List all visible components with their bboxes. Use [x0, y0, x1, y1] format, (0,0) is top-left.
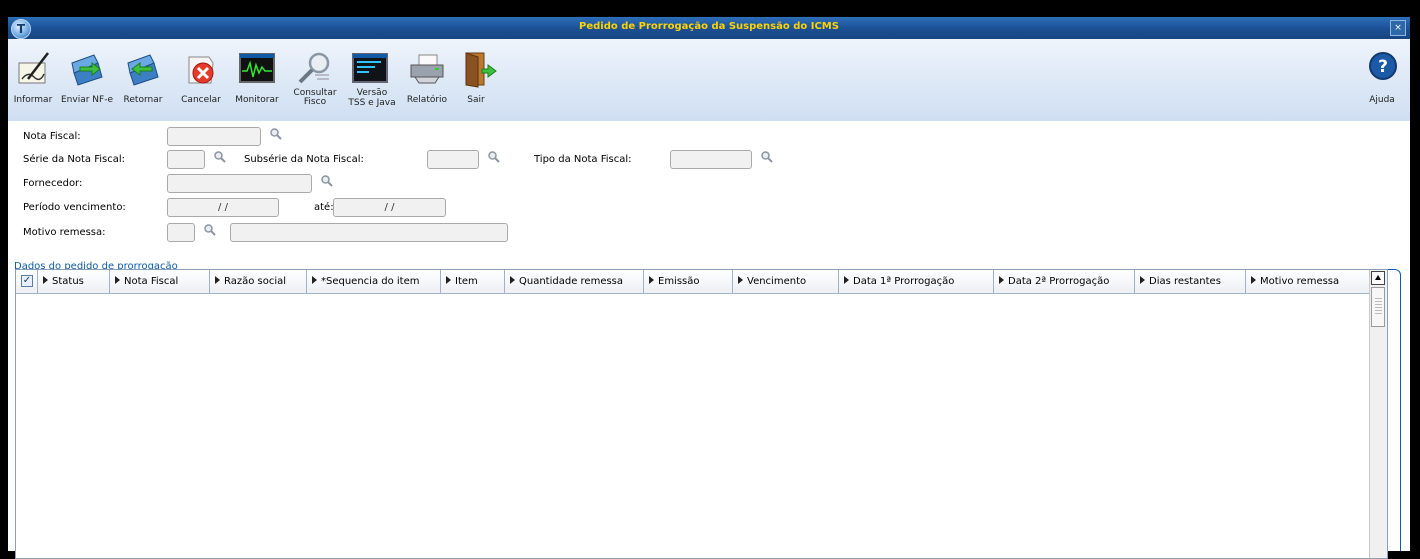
ajuda-label: Ajuda	[1369, 95, 1395, 105]
periodo-label: Período vencimento:	[23, 202, 126, 213]
cancelar-label: Cancelar	[181, 95, 221, 105]
consultar-fisco-button[interactable]: Consultar Fisco	[290, 47, 340, 117]
monitor-chart-icon	[239, 53, 275, 83]
column-header[interactable]: Item	[441, 270, 505, 293]
nota-fiscal-label: Nota Fiscal:	[23, 131, 81, 142]
column-header[interactable]: Data 2ª Prorrogação	[994, 270, 1135, 293]
terminal-screen-icon	[352, 53, 388, 83]
close-button[interactable]: ×	[1390, 20, 1406, 36]
motivo-label: Motivo remessa:	[23, 227, 106, 238]
cancel-icon	[188, 56, 214, 84]
vertical-scrollbar[interactable]	[1369, 270, 1387, 558]
sair-button[interactable]: Sair	[456, 47, 497, 117]
periodo-ate-field[interactable]: / /	[333, 198, 446, 217]
title-bar: T Pedido de Prorrogação da Suspensão do …	[8, 17, 1410, 39]
nota-fiscal-field[interactable]	[167, 127, 261, 146]
column-header[interactable]: Emissão	[644, 270, 733, 293]
enviar-nfe-button[interactable]: Enviar NF-e	[56, 47, 118, 117]
fornecedor-label: Fornecedor:	[23, 178, 83, 189]
consultar-label-2: Fisco	[303, 97, 327, 107]
scroll-thumb[interactable]	[1371, 287, 1385, 327]
retornar-label: Retornar	[123, 95, 163, 105]
column-header[interactable]: Status	[38, 270, 110, 293]
scroll-up-icon[interactable]	[1371, 271, 1385, 285]
relatorio-button[interactable]: Relatório	[404, 47, 450, 117]
subserie-search-icon[interactable]	[487, 150, 501, 164]
pen-document-icon	[18, 52, 49, 84]
versao-tss-java-button[interactable]: Versão TSS e Java	[344, 47, 400, 117]
send-arrow-icon	[71, 54, 103, 86]
tipo-search-icon[interactable]	[760, 150, 774, 164]
enviar-nfe-label: Enviar NF-e	[61, 95, 113, 105]
toolbar: Informar Enviar NF-e Retornar Cancelar M…	[8, 39, 1410, 121]
versao-label-1: Versão	[356, 88, 388, 98]
retornar-button[interactable]: Retornar	[118, 47, 168, 117]
column-header[interactable]: Dias restantes	[1135, 270, 1246, 293]
nota-fiscal-search-icon[interactable]	[269, 127, 283, 141]
subserie-label: Subsérie da Nota Fiscal:	[244, 154, 364, 165]
motivo-search-icon[interactable]	[203, 223, 217, 237]
serie-search-icon[interactable]	[213, 150, 227, 164]
column-header[interactable]: Vencimento	[733, 270, 839, 293]
pedido-grid: ✓ Status Nota Fiscal Razão social *Seque…	[15, 269, 1388, 559]
serie-field[interactable]	[167, 150, 205, 169]
filter-form: Nota Fiscal: Série da Nota Fiscal: Subsé…	[8, 121, 1410, 271]
magnifier-search-icon	[298, 52, 330, 84]
sair-label: Sair	[467, 95, 485, 105]
versao-label-2: TSS e Java	[348, 98, 396, 108]
select-all-checkbox[interactable]: ✓	[21, 275, 33, 287]
column-header[interactable]: Quantidade remessa	[505, 270, 644, 293]
column-header[interactable]: Data 1ª Prorrogação	[839, 270, 994, 293]
tipo-field[interactable]	[670, 150, 752, 169]
printer-icon	[410, 54, 444, 84]
window-title: Pedido de Prorrogação da Suspensão do IC…	[579, 21, 839, 32]
column-header[interactable]: *Sequencia do item	[307, 270, 441, 293]
exit-door-icon	[465, 52, 497, 88]
column-header[interactable]: Nota Fiscal	[110, 270, 210, 293]
help-icon: ?	[1369, 52, 1397, 80]
tipo-label: Tipo da Nota Fiscal:	[534, 154, 632, 165]
return-arrow-icon	[127, 54, 159, 86]
motivo-description-field	[230, 223, 508, 242]
column-header[interactable]: Motivo remessa	[1246, 270, 1372, 293]
column-header[interactable]: Razão social	[210, 270, 307, 293]
cancelar-button[interactable]: Cancelar	[176, 47, 226, 117]
svg-text:?: ?	[1378, 57, 1388, 77]
ate-label: até:	[314, 202, 334, 213]
ajuda-button[interactable]: ? Ajuda	[1362, 47, 1402, 117]
monitorar-button[interactable]: Monitorar	[230, 47, 284, 117]
relatorio-label: Relatório	[406, 95, 448, 105]
monitorar-label: Monitorar	[235, 95, 279, 105]
fornecedor-field[interactable]	[167, 174, 312, 193]
informar-button[interactable]: Informar	[10, 47, 56, 117]
periodo-de-field[interactable]: / /	[167, 198, 279, 217]
serie-label: Série da Nota Fiscal:	[23, 154, 125, 165]
motivo-code-field[interactable]	[167, 223, 195, 242]
subserie-field[interactable]	[427, 150, 479, 169]
fornecedor-search-icon[interactable]	[320, 174, 334, 188]
select-all-column[interactable]: ✓	[16, 270, 38, 293]
grid-header: ✓ Status Nota Fiscal Razão social *Seque…	[16, 270, 1372, 294]
informar-label: Informar	[13, 95, 53, 105]
